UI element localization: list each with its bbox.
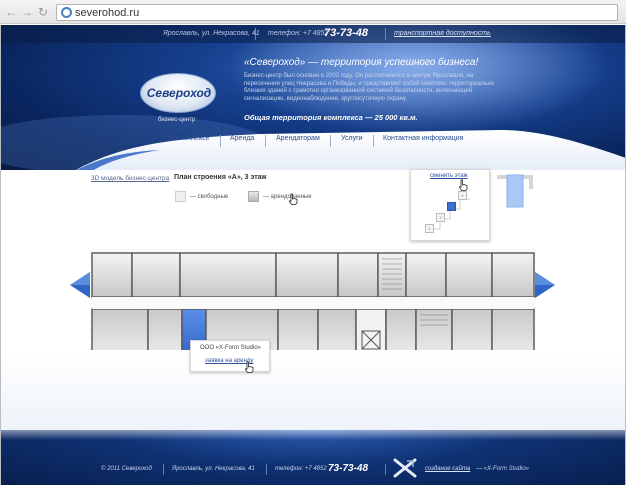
studio-logo-icon — [393, 458, 417, 478]
floor-plan — [90, 249, 536, 350]
logo-text: Североход — [146, 86, 212, 100]
elevator-shaft — [355, 308, 387, 350]
footer-phone-number: 73-73-48 — [328, 463, 369, 474]
header-phone-label: телефон: +7 4852 — [268, 30, 329, 37]
header-phone-number: 73-73-48 — [324, 27, 369, 39]
back-arrow-icon[interactable]: ← — [4, 5, 18, 19]
reload-icon[interactable]: ↻ — [36, 5, 50, 19]
site-logo[interactable]: Североход — [140, 73, 216, 113]
footer-phone-label: телефон: +7 4852 — [275, 466, 327, 472]
menu-item-services[interactable]: Услуги — [341, 135, 363, 142]
legend-free-swatch — [175, 191, 186, 202]
menu-item-contacts[interactable]: Контактная информация — [383, 135, 463, 142]
hand-cursor-icon — [245, 361, 254, 373]
site-favicon-icon — [61, 7, 72, 18]
menu-divider — [330, 135, 331, 147]
topbar-divider — [385, 28, 386, 40]
plan-next-arrow-icon[interactable] — [535, 272, 555, 298]
legend-free-label: — свободные — [190, 194, 229, 200]
footer-shine-decoration — [0, 430, 626, 440]
header-topbar: Ярославль, ул. Некрасова, 41 телефон: +7… — [0, 25, 626, 43]
footer-studio: — «X-Form Studio» — [476, 466, 530, 472]
header-address: Ярославль, ул. Некрасова, 41 — [163, 30, 260, 37]
menu-item-tenants[interactable]: Арендаторам — [276, 135, 320, 142]
plan-title: План строения «А», 3 этаж — [174, 174, 267, 181]
hero-slogan: «Североход» — территория успешного бизне… — [244, 57, 479, 68]
address-bar[interactable]: severohod.ru — [56, 4, 618, 21]
footer-divider — [163, 464, 164, 475]
floor-option-2[interactable]: 2 — [436, 213, 445, 222]
menu-divider — [265, 135, 266, 147]
3d-model-link[interactable]: 3D модель бизнес-центра — [91, 175, 169, 182]
site-creation-link[interactable]: создание сайта — [425, 466, 470, 472]
footer-address: Ярославль, ул. Некрасова, 41 — [172, 466, 255, 472]
hand-cursor-icon — [289, 193, 298, 205]
footer-divider — [266, 464, 267, 475]
page: Ярославль, ул. Некрасова, 41 телефон: +7… — [0, 25, 626, 485]
footer-copyright: © 2011 Североход — [101, 466, 152, 472]
plan-prev-arrow-icon[interactable] — [70, 272, 90, 298]
tenant-name: ООО «X-Form Studio» — [200, 345, 262, 351]
forward-arrow-icon[interactable]: → — [20, 5, 34, 19]
transport-link[interactable]: транспортная доступность — [394, 30, 491, 37]
footer: © 2011 Североход Ярославль, ул. Некрасов… — [0, 430, 626, 485]
address-bar-url[interactable]: severohod.ru — [75, 5, 139, 21]
floor-option-3[interactable]: 3 — [447, 202, 456, 211]
topbar-divider — [255, 28, 256, 40]
footer-divider — [385, 464, 386, 475]
building-scheme-icon[interactable] — [495, 173, 535, 225]
legend-rented-swatch — [248, 191, 259, 202]
menu-item-rent[interactable]: Аренда — [230, 135, 254, 142]
menu-divider — [373, 135, 374, 147]
hand-cursor-icon — [459, 179, 468, 191]
hero-intro: Бизнес-центр был основан в 2002 году. Он… — [244, 73, 495, 102]
menu-item-about[interactable]: О комплексе — [168, 135, 210, 142]
floor-option-4[interactable]: 4 — [458, 191, 467, 200]
browser-toolbar: ← → ↻ severohod.ru — [0, 0, 626, 24]
menu-divider — [220, 135, 221, 147]
